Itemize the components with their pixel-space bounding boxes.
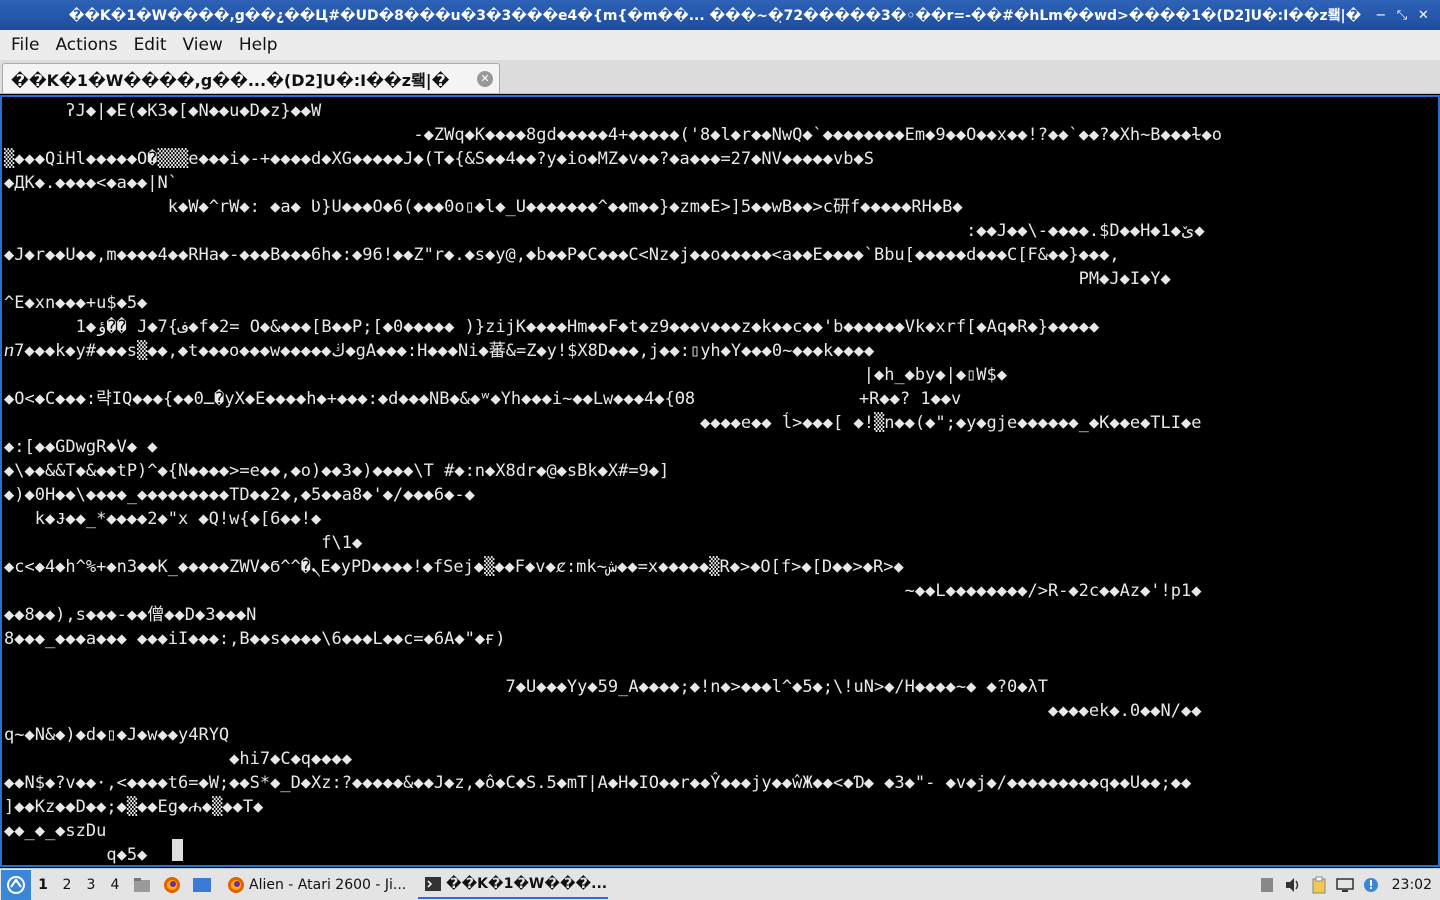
tab-bar: ��K�1�W����,g��...�(D2]U�:I��z뢬|� ✕ bbox=[0, 60, 1440, 94]
terminal-line: 1◆ؤ�� J◆7{ف◆f◆2= O◆&◆◆◆[B◆◆P;[◆0◆◆◆◆◆ )}… bbox=[4, 317, 1100, 337]
terminal-line: ◆◆◆◆ek◆.0◆◆N/◆◆ bbox=[4, 701, 1202, 721]
terminal-output: ʔJ◆|◆E(◆K3◆[◆N◆◆u◆D◆z}◆◆W -◆ZWq◆K◆◆◆◆8gd… bbox=[4, 99, 1436, 865]
terminal-line: |◆h_◆by◆|◆▯W$◆ bbox=[4, 365, 1008, 385]
menu-view[interactable]: View bbox=[174, 35, 230, 55]
network-icon[interactable] bbox=[1332, 875, 1358, 895]
terminal-line: ◆ДК◆.◆◆◆◆<◆a◆◆|N` bbox=[4, 173, 178, 193]
clock[interactable]: 23:02 bbox=[1384, 877, 1440, 893]
terminal-line: k◆W◆^rW◆: ◆a◆ Ʋ}U◆◆◆O◆6(◆◆◆0o▯◆l◆_U◆◆◆◆◆… bbox=[4, 197, 963, 217]
system-tray: 23:02 bbox=[1254, 869, 1440, 900]
terminal-line: ▒◆◆◆QiHl◆◆◆◆◆O�▒▒▒e◆◆◆i◆-+◆◆◆◆d◆XG◆◆◆◆◆J… bbox=[4, 149, 874, 169]
terminal-line: 8◆◆◆_◆◆◆a◆◆◆ ◆◆◆iI◆◆◆:,B◆◆s◆◆◆◆\6◆◆◆L◆◆c… bbox=[4, 629, 506, 649]
terminal-line: k◆Ɉ◆◆_*◆◆◆◆2◆"x ◆Q!w{◆[6◆◆!◆ bbox=[4, 509, 322, 529]
terminal-line: q◆5◆ bbox=[4, 845, 148, 865]
show-desktop-icon[interactable] bbox=[190, 875, 214, 895]
terminal-line: ⴖ7◆◆◆k◆y#◆◆◆s▒◆◆,◆t◆◆◆o◆◆◆w◆◆◆◆◆ڬ◆gA◆◆◆:… bbox=[4, 341, 875, 361]
terminal-line: ^E◆xn◆◆◆+u$◆5◆ bbox=[4, 293, 148, 313]
terminal-icon bbox=[425, 876, 441, 891]
window-controls: − ⤡ ✕ bbox=[1370, 8, 1440, 23]
restore-icon[interactable]: ⤡ bbox=[1394, 8, 1410, 23]
firefox-icon bbox=[228, 876, 244, 893]
keyboard-layout-icon[interactable] bbox=[1254, 875, 1280, 895]
file-manager-icon[interactable] bbox=[130, 875, 154, 895]
terminal-line: ◆)◆0H◆◆\◆◆◆◆_◆◆◆◆◆◆◆◆◆TD◆◆2◆,◆5◆◆a8◆'◆/◆… bbox=[4, 485, 475, 505]
clipboard-icon[interactable] bbox=[1306, 875, 1332, 895]
tab-label: ��K�1�W����,g��...�(D2]U�:I��z뢬|� bbox=[11, 70, 450, 90]
terminal-line: :◆◆J◆◆\-◆◆◆◆.$D◆◆H◆1◆ێ◆ bbox=[4, 221, 1205, 241]
terminal-line: ◆◆8◆◆),s◆◆◆-◆◆僧◆◆D◆3◆◆◆N bbox=[4, 605, 257, 625]
terminal-view[interactable]: ʔJ◆|◆E(◆K3◆[◆N◆◆u◆D◆z}◆◆W -◆ZWq◆K◆◆◆◆8gd… bbox=[0, 95, 1440, 867]
taskbar-task-terminal[interactable]: ��K�1�W���... bbox=[418, 871, 608, 899]
terminal-line: ◆c<◆4◆h^%+◆n3◆◆K_◆◆◆◆◆ZWV◆Ϭ^^�ܢE◆yPD◆◆◆◆… bbox=[4, 557, 904, 577]
terminal-line: q~◆N&◆)◆d◆▯◆J◆w◆◆y4RYQ bbox=[4, 725, 230, 745]
workspace-2[interactable]: 2 bbox=[55, 877, 79, 893]
menu-file[interactable]: File bbox=[3, 35, 47, 55]
terminal-line: ʔJ◆|◆E(◆K3◆[◆N◆◆u◆D◆z}◆◆W bbox=[4, 101, 322, 121]
terminal-line: f\1◆ bbox=[4, 533, 363, 553]
menu-actions[interactable]: Actions bbox=[47, 35, 125, 55]
terminal-line: ◆\◆◆&&T◆&◆◆tP)^◆{N◆◆◆◆>=e◆◆,◆o)◆◆3◆)◆◆◆◆… bbox=[4, 461, 670, 481]
update-notifier-icon[interactable] bbox=[1358, 875, 1384, 895]
firefox-icon[interactable] bbox=[160, 875, 184, 895]
terminal-tab[interactable]: ��K�1�W����,g��...�(D2]U�:I��z뢬|� ✕ bbox=[2, 63, 500, 93]
workspace-4[interactable]: 4 bbox=[103, 877, 127, 893]
terminal-line: ◆◆N$◆?v◆◆·,<◆◆◆◆t6=◆W;◆◆S*◆_D◆Xz:?◆◆◆◆◆&… bbox=[4, 773, 1192, 793]
task-label: ��K�1�W���... bbox=[446, 875, 608, 892]
menu-bar: File Actions Edit View Help bbox=[0, 30, 1440, 60]
task-label: Alien - Atari 2600 - Ji... bbox=[249, 876, 406, 893]
terminal-line: ~◆◆L◆◆◆◆◆◆◆◆/>R-◆2c◆◆Az◆'!p1◆ bbox=[4, 581, 1202, 601]
workspace-1[interactable]: 1 bbox=[31, 877, 55, 893]
menu-help[interactable]: Help bbox=[231, 35, 286, 55]
terminal-line: 7◆U◆◆◆Yy◆59_A◆◆◆◆;◆!n◆>◆◆◆l^◆5◆;\!uN>◆/H… bbox=[4, 677, 1048, 697]
minimize-icon[interactable]: − bbox=[1373, 8, 1389, 23]
terminal-line: ◆◆_◆_◆szDu bbox=[4, 821, 107, 841]
text-cursor bbox=[172, 839, 183, 861]
terminal-line: ◆◆◆◆e◆◆ ĺ>◆◆◆[ ◆!▒n◆◆(◆";◆y◆gje◆◆◆◆◆◆_◆K… bbox=[4, 413, 1202, 433]
terminal-line: -◆ZWq◆K◆◆◆◆8gd◆◆◆◆◆4+◆◆◆◆◆('8◆l◆r◆◆NwQ◆`… bbox=[4, 125, 1222, 145]
window-titlebar[interactable]: ��K�1�W����,g��¿��Ц#�UD�8���u�3�3���e4�{… bbox=[0, 0, 1440, 30]
menu-edit[interactable]: Edit bbox=[126, 35, 175, 55]
taskbar-task-alien[interactable]: Alien - Atari 2600 - Ji... bbox=[221, 871, 406, 899]
terminal-line: ◆J◆r◆◆U◆◆,m◆◆◆◆4◆◆RHa◆-◆◆◆B◆◆◆6h◆:◆96!◆◆… bbox=[4, 245, 1120, 265]
tab-close-icon[interactable]: ✕ bbox=[477, 71, 493, 87]
lubuntu-logo-icon bbox=[7, 875, 25, 894]
workspace-3[interactable]: 3 bbox=[79, 877, 103, 893]
close-icon[interactable]: ✕ bbox=[1415, 8, 1431, 23]
start-menu-button[interactable] bbox=[1, 869, 31, 900]
terminal-line: ]◆◆Kz◆◆D◆◆;◆▒◆◆Eg◆ሐ◆▒◆◆T◆ bbox=[4, 797, 264, 817]
terminal-line: ◆hi7◆C◆q◆◆◆◆ bbox=[4, 749, 352, 769]
window-title: ��K�1�W����,g��¿��Ц#�UD�8���u�3�3���e4�{… bbox=[68, 8, 1362, 24]
taskbar: 1 2 3 4 Alien - Atari 2600 - Ji... ��K�1… bbox=[0, 868, 1440, 900]
terminal-line: ◆:[◆◆GDwgR◆V◆ ◆ bbox=[4, 437, 158, 457]
volume-icon[interactable] bbox=[1280, 875, 1306, 895]
terminal-line: ◆O<◆C◆◆◆:략IQ◆◆◆{◆◆0ـ�yX◆E◆◆◆◆h◆+◆◆◆:◆d◆◆… bbox=[4, 389, 962, 409]
terminal-line: PM◆J◆I◆Y◆ bbox=[4, 269, 1171, 289]
